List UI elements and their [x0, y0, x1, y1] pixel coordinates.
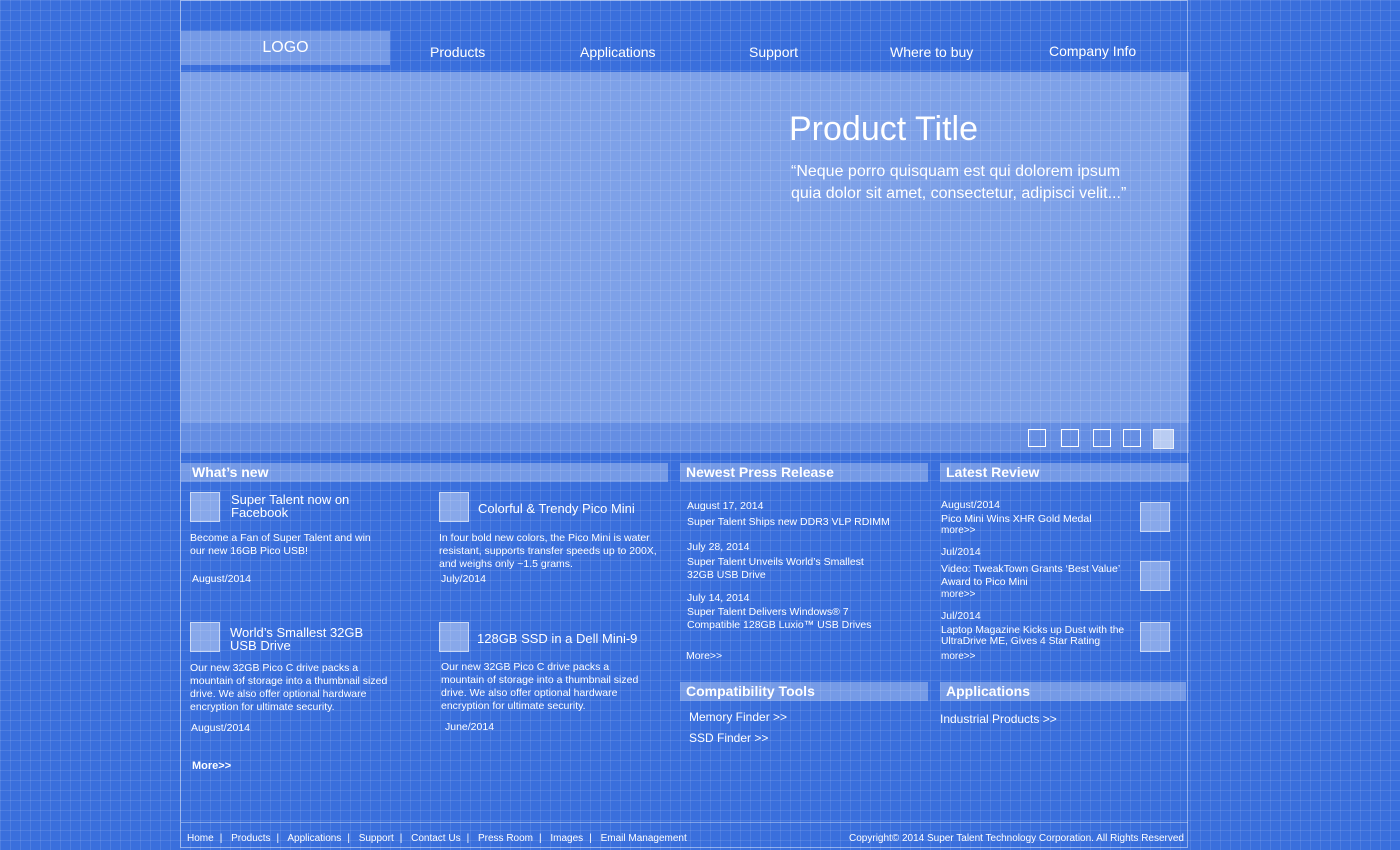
news-body: Our new 32GB Pico C drive packs a mounta…	[190, 662, 388, 713]
memory-finder-link[interactable]: Memory Finder >>	[689, 710, 787, 724]
news-title[interactable]: World’s Smallest 32GB USB Drive	[230, 626, 375, 652]
latest-review-heading: Latest Review	[940, 463, 1189, 482]
review-title[interactable]: Video: TweakTown Grants ‘Best Value’ Awa…	[941, 563, 1136, 589]
nav-support[interactable]: Support	[749, 44, 798, 60]
industrial-products-link[interactable]: Industrial Products >>	[940, 712, 1057, 726]
compatibility-tools-heading: Compatibility Tools	[680, 682, 928, 701]
review-more-link[interactable]: more>>	[941, 589, 975, 600]
slide-dot-3[interactable]	[1093, 429, 1111, 447]
copyright-text: Copyright© 2014 Super Talent Technology …	[849, 833, 1184, 844]
press-more-link[interactable]: More>>	[686, 650, 722, 662]
footer-link-email-management[interactable]: Email Management	[601, 833, 687, 844]
footer-link-home[interactable]: Home	[187, 833, 214, 844]
slide-dot-2[interactable]	[1061, 429, 1079, 447]
review-date: Jul/2014	[941, 610, 981, 622]
ssd-finder-link[interactable]: SSD Finder >>	[689, 731, 768, 745]
nav-where-to-buy[interactable]: Where to buy	[890, 44, 973, 60]
slide-dot-4[interactable]	[1123, 429, 1141, 447]
review-title[interactable]: Laptop Magazine Kicks up Dust with the U…	[941, 625, 1139, 647]
news-thumbnail[interactable]	[190, 622, 220, 652]
footer-link-applications[interactable]: Applications	[287, 833, 341, 844]
review-date: Jul/2014	[941, 546, 981, 558]
logo[interactable]: LOGO	[181, 31, 390, 65]
review-thumbnail[interactable]	[1140, 502, 1170, 532]
hero-title: Product Title	[789, 110, 978, 148]
news-thumbnail[interactable]	[439, 622, 469, 652]
hero-banner[interactable]	[181, 72, 1189, 423]
footer-link-products[interactable]: Products	[231, 833, 270, 844]
whats-new-more-link[interactable]: More>>	[192, 760, 231, 772]
slide-dot-5[interactable]	[1153, 429, 1174, 449]
press-title[interactable]: Super Talent Delivers Windows® 7 Compati…	[687, 606, 897, 632]
news-thumbnail[interactable]	[439, 492, 469, 522]
news-title[interactable]: Super Talent now on Facebook	[231, 493, 351, 519]
press-date: July 14, 2014	[687, 592, 750, 604]
news-thumbnail[interactable]	[190, 492, 220, 522]
footer-links: Home | Products | Applications | Support | C…	[187, 833, 687, 844]
nav-products[interactable]: Products	[430, 44, 485, 60]
news-body: In four bold new colors, the Pico Mini i…	[439, 532, 657, 570]
footer-link-contact-us[interactable]: Contact Us	[411, 833, 460, 844]
news-title[interactable]: Colorful & Trendy Pico Mini	[478, 502, 635, 515]
press-release-heading: Newest Press Release	[680, 463, 928, 482]
press-title[interactable]: Super Talent Ships new DDR3 VLP RDIMM	[687, 516, 922, 529]
news-date: August/2014	[191, 722, 250, 734]
review-more-link[interactable]: more>>	[941, 651, 975, 662]
review-thumbnail[interactable]	[1140, 561, 1170, 591]
press-date: August 17, 2014	[687, 500, 764, 512]
review-more-link[interactable]: more>>	[941, 525, 975, 536]
applications-heading: Applications	[940, 682, 1186, 701]
news-title[interactable]: 128GB SSD in a Dell Mini-9	[477, 632, 637, 645]
nav-applications[interactable]: Applications	[580, 44, 656, 60]
footer-divider	[181, 822, 1188, 823]
news-date: July/2014	[441, 573, 486, 585]
hero-quote: “Neque porro quisquam est qui dolorem ip…	[791, 163, 1127, 202]
review-thumbnail[interactable]	[1140, 622, 1170, 652]
review-date: August/2014	[941, 499, 1000, 511]
nav-company-info[interactable]: Company Info	[1049, 43, 1136, 59]
press-date: July 28, 2014	[687, 541, 750, 553]
news-body: Become a Fan of Super Talent and win our…	[190, 532, 371, 557]
footer-link-press-room[interactable]: Press Room	[478, 833, 533, 844]
news-date: June/2014	[445, 721, 495, 733]
whats-new-heading: What’s new	[181, 463, 668, 482]
slide-dot-1[interactable]	[1028, 429, 1046, 447]
news-date: August/2014	[192, 573, 251, 585]
news-body: Our new 32GB Pico C drive packs a mounta…	[441, 661, 639, 712]
press-title[interactable]: Super Talent Unveils World’s Smallest 32…	[687, 556, 887, 582]
footer-link-support[interactable]: Support	[359, 833, 394, 844]
footer-link-images[interactable]: Images	[550, 833, 583, 844]
